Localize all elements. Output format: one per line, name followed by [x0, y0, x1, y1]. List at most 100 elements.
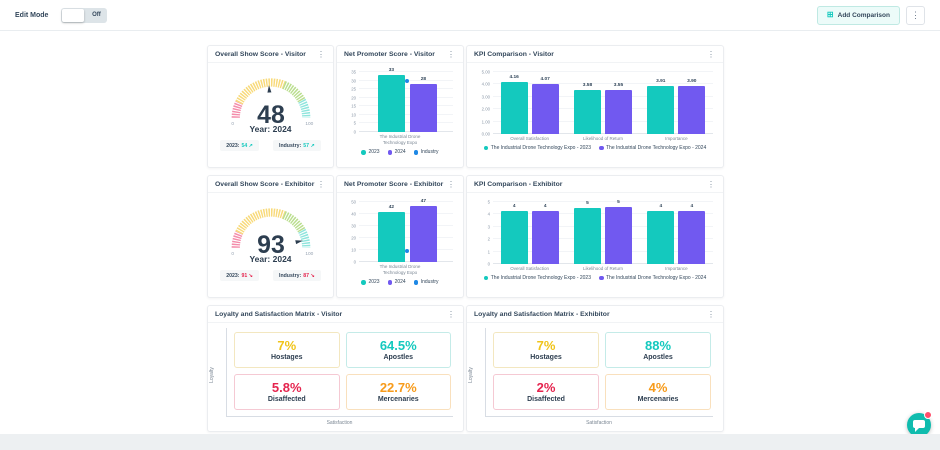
nps-bar-2024[interactable] [409, 205, 437, 262]
legend-label: Industry [420, 279, 439, 286]
legend-item-series[interactable]: The Industrial Drone Technology Expo - 2… [599, 275, 706, 281]
legend-item-series[interactable]: The Industrial Drone Technology Expo - 2… [599, 145, 706, 151]
card-kpi-visitor: KPI Comparison - Visitor ⋮ 5.00 4.00 3.00 2… [466, 45, 724, 168]
quadrant-hostages[interactable]: 7% Hostages [234, 332, 340, 368]
add-comparison-button[interactable]: ⊞ Add Comparison [816, 5, 900, 25]
card-content: 48 0 100 Year: 2024 2023: 54 ↗ Industry: 57 ↗ [208, 63, 333, 167]
kpi-bar[interactable] [678, 210, 706, 264]
quadrant-name: Apostles [383, 354, 414, 362]
legend-dot [413, 280, 419, 285]
legend-item-industry[interactable]: Industry [413, 149, 439, 155]
y-axis-tick: 4.00 [481, 81, 490, 87]
kpi-bar[interactable] [500, 210, 528, 264]
legend-label: 2023 [368, 279, 380, 286]
legend-item-series[interactable]: The Industrial Drone Technology Expo - 2… [483, 145, 591, 151]
y-axis-tick: 20 [351, 235, 356, 241]
gauge-value: 93 [257, 232, 285, 256]
bar-value-label: 33 [388, 68, 395, 74]
quadrant-percent: 4% [648, 379, 668, 395]
y-axis-tick: 30 [351, 78, 356, 84]
card-title: Net Promoter Score - Exhibitor [344, 180, 444, 188]
quadrant-percent: 88% [644, 337, 672, 353]
legend-item-industry[interactable]: Industry [413, 279, 439, 286]
card-kebab-icon[interactable]: ⋮ [446, 310, 456, 319]
footer-strip [0, 434, 940, 442]
quadrant-apostles[interactable]: 64.5% Apostles [345, 332, 451, 368]
legend-label: 2024 [394, 149, 406, 156]
quadrant-disaffected[interactable]: 5.8% Disaffected [234, 374, 340, 410]
edit-mode-toggle[interactable]: Off [61, 7, 108, 23]
card-kebab-icon[interactable]: ⋮ [706, 180, 716, 189]
card-kebab-icon[interactable]: ⋮ [706, 50, 716, 59]
card-kebab-icon[interactable]: ⋮ [446, 180, 456, 189]
legend-item-2024[interactable]: 2024 [387, 149, 406, 156]
gauge: 48 0 100 Year: 2024 2023: 54 ↗ Industry: 57 ↗ [208, 63, 333, 151]
quadrant-mercenaries[interactable]: 4% Mercenaries [605, 374, 711, 410]
quadrant-name: Disaffected [267, 396, 306, 404]
kpi-bar[interactable] [647, 211, 675, 264]
quadrant-mercenaries[interactable]: 22.7% Mercenaries [345, 374, 451, 410]
nps-bar-2023[interactable] [377, 211, 406, 262]
gauge-min-label: 0 [231, 121, 234, 126]
bar-value-label: 4 [512, 203, 516, 209]
y-axis-tick: 50 [351, 199, 356, 205]
card-kebab-icon[interactable]: ⋮ [316, 50, 326, 59]
nps-bar-2024[interactable] [409, 84, 437, 132]
gauge-needle [294, 240, 303, 245]
kpi-bar[interactable] [573, 89, 601, 134]
card-content: Loyalty 7% Hostages 64.5% Apostles 5.8% Disaff… [208, 323, 463, 431]
legend-item-2023[interactable]: 2023 [361, 279, 380, 286]
gauge-arc: 93 0 100 [231, 208, 313, 256]
kpi-bar[interactable] [531, 210, 559, 264]
card-title: KPI Comparison - Visitor [474, 50, 554, 58]
matrix-axes: 7% Hostages 88% Apostles 2% Disaffected 4% Merc… [485, 328, 713, 417]
gridline [359, 105, 453, 107]
card-kebab-icon[interactable]: ⋮ [706, 310, 716, 319]
quadrant-name: Mercenaries [377, 396, 419, 404]
kpi-bar[interactable] [678, 85, 706, 134]
quadrant-apostles[interactable]: 88% Apostles [605, 332, 711, 368]
category-label: Overall Satisfaction [510, 266, 550, 271]
badge-label: Industry: [279, 142, 302, 149]
chart-legend: 2023 2024 Industry [337, 149, 463, 155]
kpi-bar[interactable] [604, 206, 632, 264]
matrix: Loyalty 7% Hostages 88% Apostles 2% Disaffecte… [467, 323, 723, 426]
page-kebab-menu-button[interactable]: ⋮ [906, 5, 925, 25]
kpi-bar[interactable] [604, 89, 632, 134]
card-header: Overall Show Score - Exhibitor ⋮ [208, 176, 333, 193]
legend-item-2023[interactable]: 2023 [361, 149, 380, 155]
card-kebab-icon[interactable]: ⋮ [316, 180, 326, 189]
card-header: Net Promoter Score - Exhibitor ⋮ [337, 176, 463, 193]
quadrant-percent: 64.5% [379, 337, 417, 353]
gauge-year-label: Year: 2024 [249, 124, 292, 134]
category-label: Overall Satisfaction [510, 136, 550, 141]
quadrant-name: Mercenaries [637, 396, 679, 404]
legend-item-2024[interactable]: 2024 [387, 279, 406, 285]
bar-value-label: 3.55 [613, 82, 624, 88]
kpi-bar[interactable] [531, 83, 559, 134]
kpi-plot: 5.00 4.00 3.00 2.00 1.00 0.00 4.16 4.07 3.58 3.55… [482, 70, 713, 137]
card-content: 35 30 25 20 15 10 5 0 33 28 The Industrial Drone Te… [337, 63, 463, 167]
industry-dot[interactable] [404, 249, 409, 254]
card-kebab-icon[interactable]: ⋮ [446, 50, 456, 59]
nps-bar-2023[interactable] [377, 75, 406, 132]
page: Edit Mode Off ⊞ Add Comparison ⋮ Overall… [0, 0, 940, 442]
quadrant-name: Hostages [270, 354, 303, 362]
toggle-knob[interactable] [62, 8, 85, 22]
kpi-bar[interactable] [500, 82, 528, 134]
kpi-bar[interactable] [647, 85, 675, 134]
y-axis-tick: 1.00 [481, 119, 490, 125]
y-axis-tick: 3.00 [481, 94, 490, 100]
industry-dot[interactable] [404, 78, 409, 83]
toggle-state-label: Off [92, 12, 101, 18]
gridline [359, 261, 453, 262]
gridline [359, 88, 453, 90]
card-title: Overall Show Score - Visitor [215, 50, 306, 58]
bar-value-label: 3.91 [656, 78, 666, 84]
quadrant-disaffected[interactable]: 2% Disaffected [493, 374, 599, 410]
gauge-badges: 2023: 91 ↘ Industry: 87 ↘ [220, 270, 321, 281]
quadrant-hostages[interactable]: 7% Hostages [493, 332, 599, 368]
legend-item-series[interactable]: The Industrial Drone Technology Expo - 2… [483, 275, 591, 281]
legend-dot [599, 145, 604, 151]
kpi-bar[interactable] [573, 207, 601, 264]
